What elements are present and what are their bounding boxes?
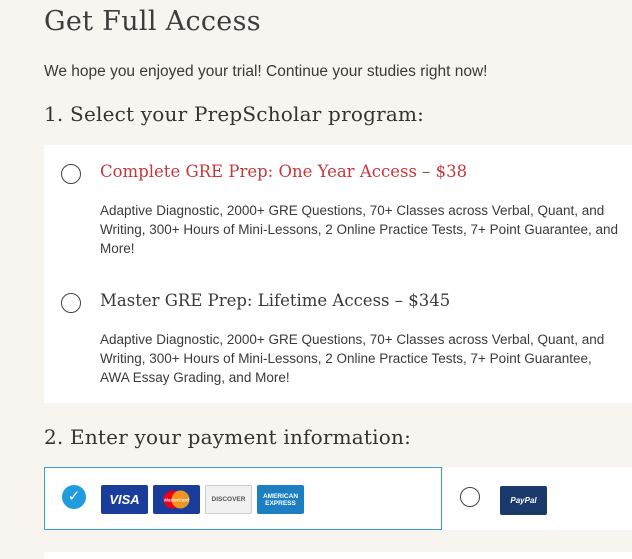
payment-option-paypal[interactable]: PayPal [443,467,632,530]
program-lifetime-title[interactable]: Master GRE Prep: Lifetime Access – $345 [100,291,450,310]
checkmark-icon[interactable]: ✓ [62,485,86,509]
visa-logo: VISA [101,485,148,514]
mastercard-logo-text: MasterCard [164,498,189,503]
step1-heading: 1. Select your PrepScholar program: [44,102,425,126]
amex-logo: AMERICAN EXPRESS [257,485,304,514]
discover-logo: DISCOVER [205,485,252,514]
program-lifetime-description: Adaptive Diagnostic, 2000+ GRE Questions… [100,332,605,385]
mastercard-icon: MasterCard [163,490,190,509]
payment-option-card[interactable]: ✓ VISA MasterCard DISCOVER AMERICAN EXPR… [44,467,442,530]
program-one-year-radio[interactable] [61,164,81,184]
page-subtitle: We hope you enjoyed your trial! Continue… [44,63,488,80]
paypal-logo: PayPal [500,486,547,515]
mastercard-logo: MasterCard [153,485,200,514]
page-title: Get Full Access [44,6,261,37]
program-options-panel: Complete GRE Prep: One Year Access – $38… [44,145,632,403]
program-one-year-title[interactable]: Complete GRE Prep: One Year Access – $38 [100,162,467,181]
program-one-year-description: Adaptive Diagnostic, 2000+ GRE Questions… [100,203,619,256]
program-lifetime-radio[interactable] [61,293,81,313]
paypal-radio[interactable] [460,487,480,507]
step2-heading: 2. Enter your payment information: [44,425,412,449]
payment-form-panel [44,552,632,559]
